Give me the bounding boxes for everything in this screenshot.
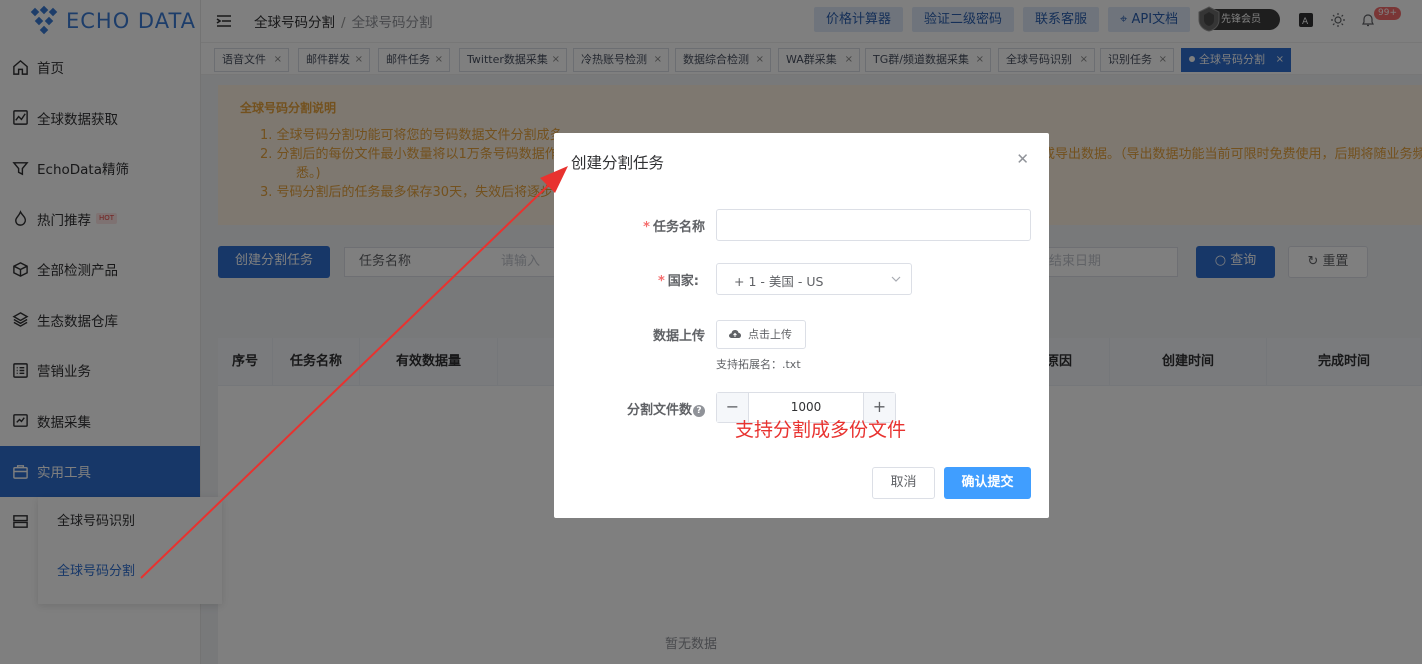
task-name-input[interactable] bbox=[716, 209, 1031, 241]
annotation-text: 支持分割成多份文件 bbox=[735, 419, 907, 441]
split-count-label-text: 分割文件数 bbox=[626, 403, 692, 418]
country-label: * 国家: bbox=[657, 274, 699, 289]
cancel-button[interactable]: 取消 bbox=[872, 467, 935, 499]
country-select[interactable]: + 1 - 美国 - US bbox=[716, 263, 912, 295]
country-label-text: 国家: bbox=[667, 274, 699, 289]
split-count-label: 分割文件数? bbox=[627, 399, 705, 418]
cloud-upload-icon bbox=[729, 330, 741, 338]
upload-button-label: 点击上传 bbox=[748, 328, 792, 341]
upload-label: 数据上传 bbox=[652, 329, 705, 344]
chevron-down-icon bbox=[891, 276, 901, 282]
dialog-title: 创建分割任务 bbox=[571, 154, 665, 172]
close-icon[interactable]: ✕ bbox=[1016, 150, 1029, 168]
country-select-value: + 1 - 美国 - US bbox=[734, 274, 824, 289]
task-name-label-text: 任务名称 bbox=[652, 220, 705, 235]
question-icon[interactable]: ? bbox=[693, 405, 705, 417]
upload-hint: 支持拓展名：.txt bbox=[716, 358, 801, 371]
task-name-label: * 任务名称 bbox=[643, 220, 705, 235]
confirm-submit-button[interactable]: 确认提交 bbox=[944, 467, 1031, 499]
create-split-task-dialog: 创建分割任务 ✕ * 任务名称 * 国家: + 1 - 美国 - US 数据上传 点… bbox=[554, 133, 1049, 518]
upload-button[interactable]: 点击上传 bbox=[716, 320, 806, 349]
